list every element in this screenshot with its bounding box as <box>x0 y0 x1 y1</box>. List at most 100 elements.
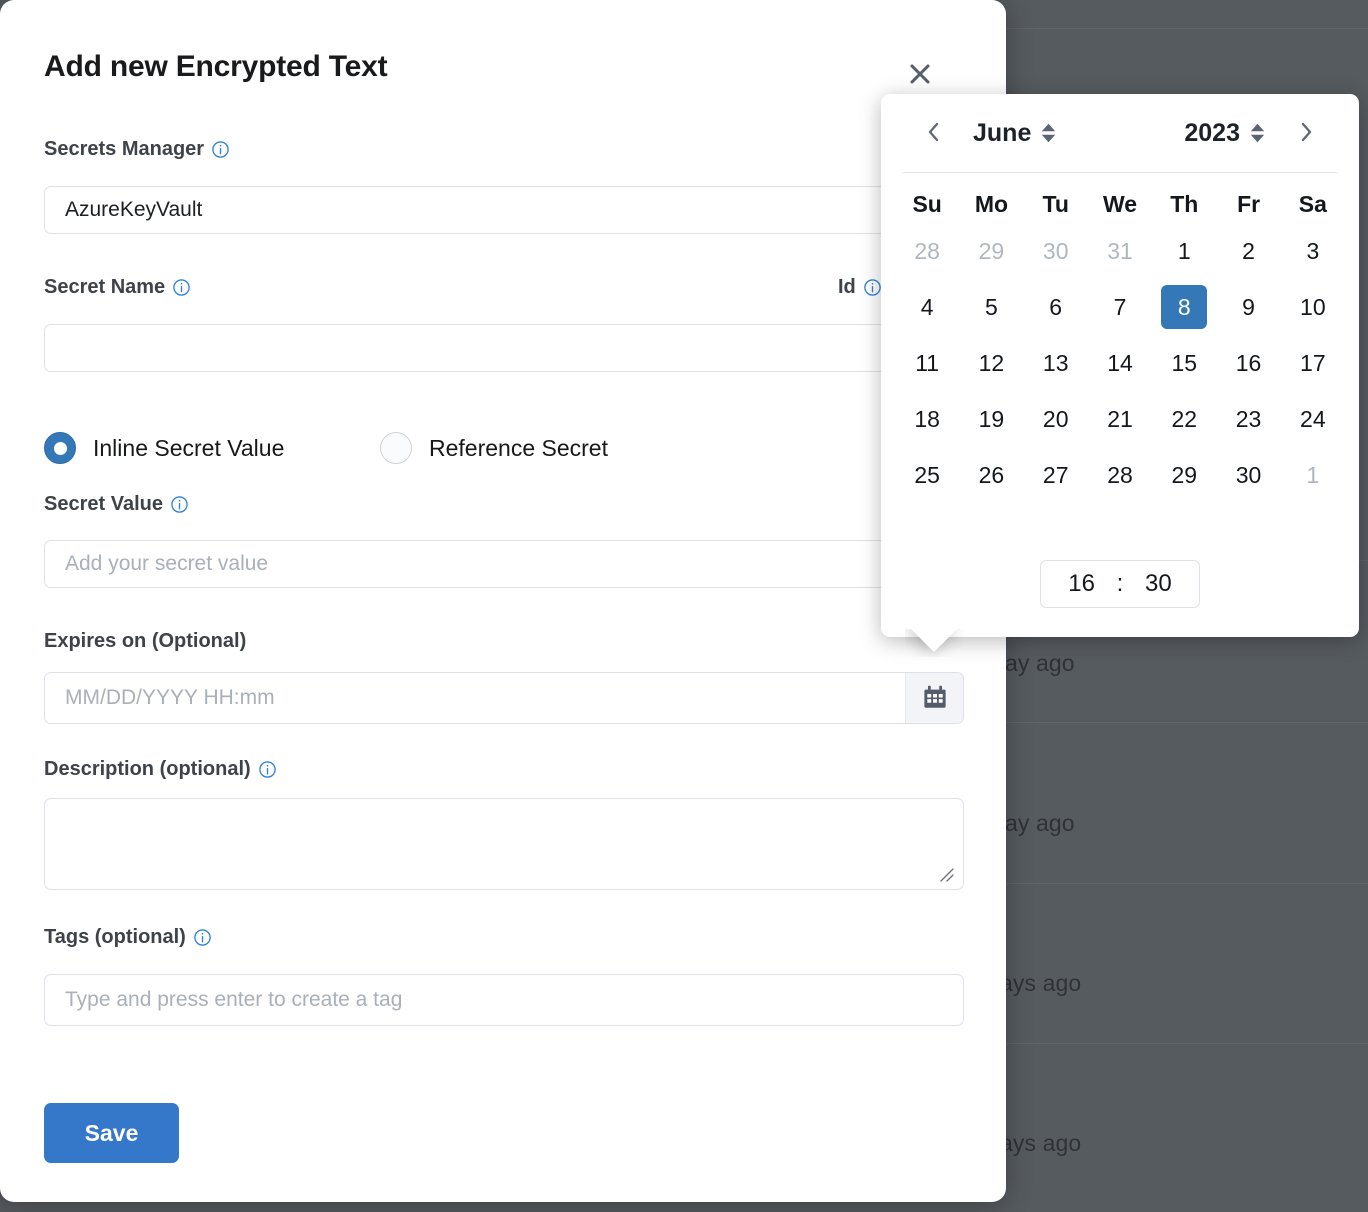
calendar-day[interactable]: 21 <box>1088 396 1152 442</box>
calendar-day[interactable]: 5 <box>959 284 1023 330</box>
calendar-day[interactable]: 28 <box>1088 452 1152 498</box>
hours-input[interactable] <box>1061 570 1103 598</box>
calendar-day-label: 21 <box>1097 397 1143 441</box>
calendar-day-label: 28 <box>1097 453 1143 497</box>
calendar-day[interactable]: 7 <box>1088 284 1152 330</box>
modal-title: Add new Encrypted Text <box>44 50 387 84</box>
month-selector[interactable]: June <box>973 119 1056 148</box>
calendar-day-label: 9 <box>1226 285 1272 329</box>
previous-month-button[interactable] <box>919 118 949 148</box>
info-icon[interactable] <box>172 278 191 297</box>
calendar-day[interactable]: 9 <box>1216 284 1280 330</box>
calendar-day-label: 30 <box>1033 229 1079 273</box>
calendar-day[interactable]: 18 <box>895 396 959 442</box>
expires-on-input[interactable] <box>45 673 905 723</box>
description-textarea[interactable] <box>44 798 964 890</box>
calendar-day-label: 20 <box>1033 397 1079 441</box>
secret-source-radio-group: Inline Secret Value Reference Secret <box>44 432 608 464</box>
calendar-day[interactable]: 16 <box>1216 340 1280 386</box>
calendar-day[interactable]: 3 <box>1281 228 1345 274</box>
datepicker-header: June 2023 <box>881 94 1359 172</box>
calendar-day-label: 31 <box>1097 229 1143 273</box>
calendar-day-label: 25 <box>904 453 950 497</box>
calendar-day[interactable]: 30 <box>1216 452 1280 498</box>
calendar-button[interactable] <box>905 673 963 723</box>
month-spinner[interactable] <box>1041 123 1056 143</box>
calendar-day-label: 22 <box>1161 397 1207 441</box>
calendar-day[interactable]: 20 <box>1024 396 1088 442</box>
calendar-day[interactable]: 6 <box>1024 284 1088 330</box>
expires-on-field <box>44 672 964 724</box>
calendar-day[interactable]: 19 <box>959 396 1023 442</box>
weekday-label: Su <box>895 191 959 218</box>
chevron-up-icon <box>1250 123 1265 132</box>
calendar-day[interactable]: 14 <box>1088 340 1152 386</box>
info-icon[interactable] <box>170 495 189 514</box>
calendar-day[interactable]: 1 <box>1152 228 1216 274</box>
calendar-day-label: 1 <box>1161 229 1207 273</box>
calendar-day-label: 7 <box>1097 285 1143 329</box>
year-label: 2023 <box>1184 119 1240 148</box>
weekday-header-row: Su Mo Tu We Th Fr Sa <box>881 191 1359 218</box>
calendar-day-label: 1 <box>1290 453 1336 497</box>
weekday-label: Sa <box>1281 191 1345 218</box>
radio-reference-secret[interactable]: Reference Secret <box>380 432 608 464</box>
chevron-down-icon <box>1250 134 1265 143</box>
radio-inline-secret-value[interactable]: Inline Secret Value <box>44 432 380 464</box>
calendar-day[interactable]: 29 <box>1152 452 1216 498</box>
calendar-day[interactable]: 27 <box>1024 452 1088 498</box>
calendar-day[interactable]: 11 <box>895 340 959 386</box>
calendar-day[interactable]: 24 <box>1281 396 1345 442</box>
chevron-down-icon <box>1041 134 1056 143</box>
weekday-label: Fr <box>1216 191 1280 218</box>
calendar-day[interactable]: 13 <box>1024 340 1088 386</box>
calendar-day-label: 24 <box>1290 397 1336 441</box>
info-icon[interactable] <box>863 278 882 297</box>
calendar-day[interactable]: 22 <box>1152 396 1216 442</box>
calendar-day[interactable]: 29 <box>959 228 1023 274</box>
calendar-day-label: 13 <box>1033 341 1079 385</box>
save-button[interactable]: Save <box>44 1103 179 1163</box>
calendar-day-label: 16 <box>1226 341 1272 385</box>
secrets-manager-input[interactable] <box>44 186 964 234</box>
secret-name-input[interactable] <box>44 324 964 372</box>
calendar-day-label: 5 <box>968 285 1014 329</box>
calendar-icon <box>922 684 948 713</box>
calendar-day-label: 26 <box>968 453 1014 497</box>
info-icon[interactable] <box>193 928 212 947</box>
calendar-day[interactable]: 30 <box>1024 228 1088 274</box>
calendar-day-label: 14 <box>1097 341 1143 385</box>
calendar-day[interactable]: 2 <box>1216 228 1280 274</box>
calendar-day[interactable]: 12 <box>959 340 1023 386</box>
minutes-input[interactable] <box>1137 570 1179 598</box>
year-spinner[interactable] <box>1250 123 1265 143</box>
secret-value-input[interactable] <box>44 540 964 588</box>
tags-input[interactable] <box>44 974 964 1026</box>
calendar-day[interactable]: 31 <box>1088 228 1152 274</box>
weekday-label: Mo <box>959 191 1023 218</box>
calendar-day[interactable]: 1 <box>1281 452 1345 498</box>
calendar-week-row: 282930 31 123 <box>881 228 1359 274</box>
info-icon[interactable] <box>211 140 230 159</box>
calendar-day[interactable]: 23 <box>1216 396 1280 442</box>
calendar-day-selected[interactable]: 8 <box>1152 284 1216 330</box>
info-icon[interactable] <box>258 760 277 779</box>
calendar-day[interactable]: 15 <box>1152 340 1216 386</box>
close-button[interactable] <box>900 57 940 93</box>
year-selector[interactable]: 2023 <box>1184 119 1265 148</box>
calendar-day-label: 6 <box>1033 285 1079 329</box>
calendar-day[interactable]: 4 <box>895 284 959 330</box>
table-row-timestamp: ay ago <box>1005 810 1075 837</box>
calendar-day-label: 17 <box>1290 341 1336 385</box>
calendar-day[interactable]: 28 <box>895 228 959 274</box>
calendar-day[interactable]: 25 <box>895 452 959 498</box>
calendar-day[interactable]: 10 <box>1281 284 1345 330</box>
calendar-week-row: 181920 21 222324 <box>881 396 1359 442</box>
calendar-day[interactable]: 17 <box>1281 340 1345 386</box>
calendar-day-label: 30 <box>1226 453 1272 497</box>
next-month-button[interactable] <box>1291 118 1321 148</box>
description-label: Description (optional) <box>44 758 277 781</box>
calendar-day-label: 10 <box>1290 285 1336 329</box>
calendar-day[interactable]: 26 <box>959 452 1023 498</box>
weekday-label: Tu <box>1024 191 1088 218</box>
